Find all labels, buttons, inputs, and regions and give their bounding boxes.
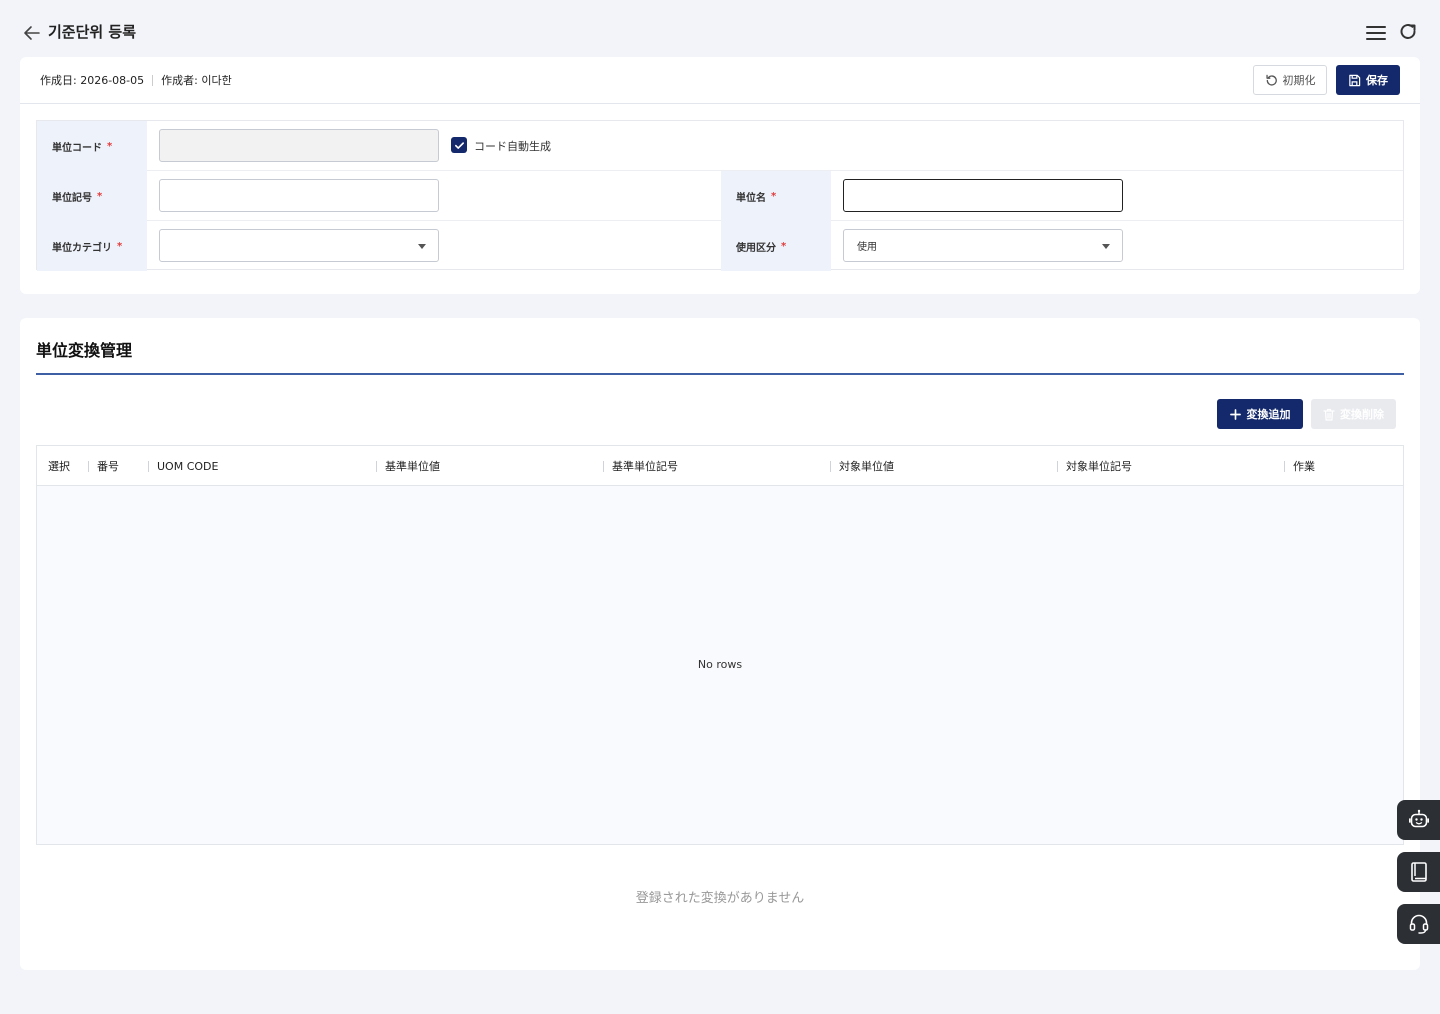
created-date: 2026-08-05 [80,73,145,87]
column-separator [376,461,377,472]
column-header-label: 作業 [1293,460,1315,473]
delete-conversion-label: 変換削除 [1340,408,1384,421]
undo-icon [1265,74,1277,86]
column-separator [148,461,149,472]
form-row-unit-code: 単位コード * コード自動生成 [37,121,1403,171]
author-label: 作成者: [161,74,198,87]
save-button[interactable]: 保存 [1336,65,1400,95]
column-header-select[interactable]: 選択 [39,446,89,486]
manual-book-icon [1410,862,1427,882]
meta-row: 作成日: 2026-08-05 作成者: 이다한 初期化 保存 [20,57,1420,104]
usage-label: 使用区分 * [721,221,831,271]
unit-code-label: 単位コード * [37,121,147,171]
unit-name-input[interactable] [843,179,1123,212]
unit-category-label-text: 単位カテゴリ [52,242,112,254]
column-header-label: 対象単位値 [839,460,894,473]
save-icon [1349,74,1361,86]
trash-icon [1323,408,1335,421]
conversion-card: 単位変換管理 変換追加 変換削除 選択 番号 UOM CODE 基準単位値 基準… [20,318,1420,970]
form-row-category-usage: 単位カテゴリ * 使用区分 * 使用 [37,221,1403,271]
caret-down-icon [1102,244,1110,249]
column-separator [830,461,831,472]
meta-divider [152,74,154,86]
add-conversion-label: 変換追加 [1246,408,1291,421]
refresh-icon[interactable] [1398,22,1418,42]
unit-symbol-label-text: 単位記号 [52,192,92,204]
caret-down-icon [418,244,426,249]
reset-button[interactable]: 初期化 [1253,65,1327,95]
manual-button[interactable] [1397,852,1440,892]
column-header-label: 番号 [97,460,119,473]
unit-name-label-text: 単位名 [736,192,766,204]
column-header-label: UOM CODE [157,459,219,473]
unit-code-input[interactable] [159,129,439,162]
form-row-symbol-name: 単位記号 * 単位名 * [37,171,1403,221]
required-mark: * [771,190,777,202]
section-divider [36,373,1404,375]
required-mark: * [97,190,103,202]
required-mark: * [107,140,113,152]
unit-code-label-text: 単位コード [52,142,102,154]
usage-value: 使用 [857,242,877,253]
arrow-left-icon[interactable] [22,23,42,43]
required-mark: * [781,240,787,252]
support-headset-icon [1409,914,1428,934]
reset-button-label: 初期化 [1282,74,1316,87]
unit-symbol-label: 単位記号 * [37,171,147,221]
column-header-label: 選択 [48,460,70,473]
chatbot-button[interactable] [1397,800,1440,840]
usage-select[interactable]: 使用 [843,229,1123,262]
plus-icon [1229,408,1241,420]
page-title: 기준단위 등록 [48,23,137,41]
grid-header: 選択 番号 UOM CODE 基準単位値 基準単位記号 対象単位値 対象単位記号… [37,446,1403,486]
conversion-grid: 選択 番号 UOM CODE 基準単位値 基準単位記号 対象単位値 対象単位記号… [36,445,1404,845]
column-header-label: 基準単位記号 [612,460,678,473]
meta-info: 作成日: 2026-08-05 作成者: 이다한 [40,72,232,88]
auto-generate-checkbox[interactable] [451,137,467,153]
top-bar: 기준단위 등록 [0,0,1440,57]
check-icon [454,141,464,149]
unit-symbol-input[interactable] [159,179,439,212]
column-header-actions[interactable]: 作業 [1284,446,1403,486]
add-conversion-button[interactable]: 変換追加 [1217,399,1303,429]
hamburger-menu-icon[interactable] [1366,24,1386,42]
save-button-label: 保存 [1366,74,1388,87]
column-header-uom-code[interactable]: UOM CODE [148,446,376,486]
column-header-base-value[interactable]: 基準単位値 [376,446,603,486]
column-header-label: 基準単位値 [385,460,440,473]
unit-category-label: 単位カテゴリ * [37,221,147,271]
unit-category-select[interactable] [159,229,439,262]
required-mark: * [117,240,123,252]
unit-form: 単位コード * コード自動生成 単位記号 * 単位名 * 単位カテゴリ * 使用… [36,120,1404,271]
section-title: 単位変換管理 [36,341,133,360]
delete-conversion-button[interactable]: 変換削除 [1311,399,1396,429]
column-separator [1284,461,1285,472]
column-separator [1057,461,1058,472]
empty-conversion-message: 登録された変換がありません [635,891,805,906]
created-date-label: 作成日: [40,74,77,87]
usage-label-text: 使用区分 [736,242,776,254]
column-header-label: 対象単位記号 [1066,460,1132,473]
column-header-target-value[interactable]: 対象単位値 [830,446,1057,486]
chatbot-icon [1408,809,1429,828]
unit-name-label: 単位名 * [721,171,831,221]
unit-info-card: 作成日: 2026-08-05 作成者: 이다한 初期化 保存 単位コード * [20,57,1420,294]
support-button[interactable] [1397,904,1440,944]
author-name: 이다한 [201,74,232,87]
no-rows-text: No rows [697,658,743,671]
column-separator [603,461,604,472]
column-header-target-symbol[interactable]: 対象単位記号 [1057,446,1284,486]
column-separator [88,461,89,472]
column-header-base-symbol[interactable]: 基準単位記号 [603,446,830,486]
column-header-number[interactable]: 番号 [88,446,148,486]
auto-generate-label[interactable]: コード自動生成 [474,138,551,154]
